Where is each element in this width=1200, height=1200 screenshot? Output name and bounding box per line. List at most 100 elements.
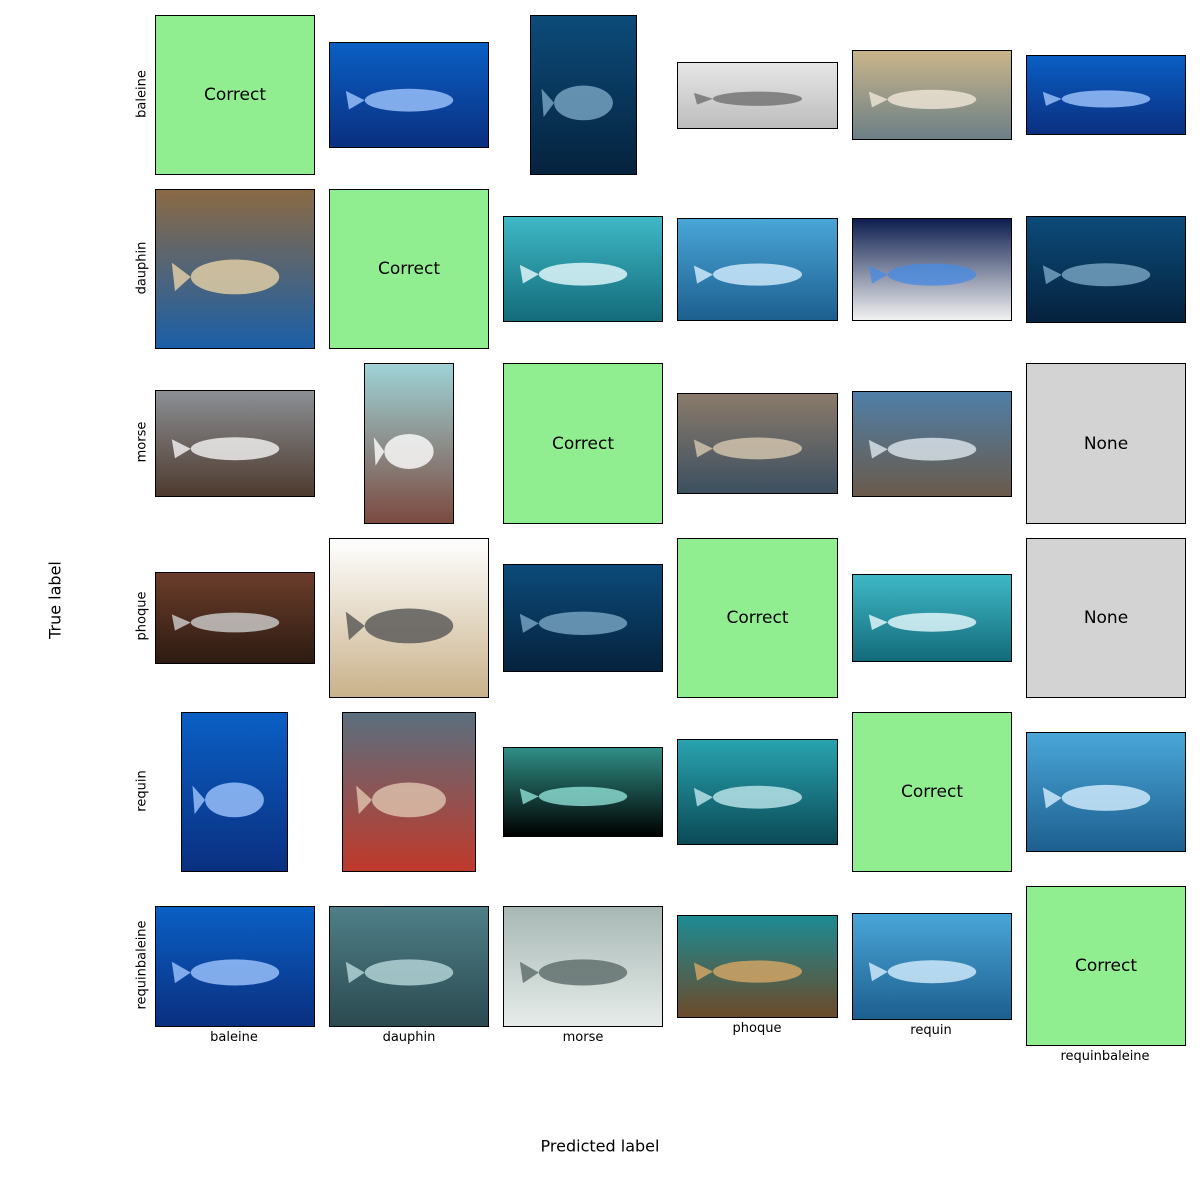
cell-image [181,712,288,872]
animal-silhouette [1061,784,1151,811]
animal-silhouette [538,611,628,635]
cell-image [852,391,1012,497]
cell-image [677,218,838,321]
thumbnail-image [1027,733,1185,851]
cell-image [155,572,315,664]
thumbnail-image [156,907,314,1026]
col-label-baleine: baleine [210,1030,258,1045]
cell-image [503,906,663,1027]
thumbnail-image [853,392,1011,496]
thumbnail-image [504,565,662,671]
animal-silhouette [364,959,454,986]
cell-image [155,906,315,1027]
col-label-requin: requin [910,1023,952,1038]
animal-silhouette [1061,263,1151,287]
cell-none: None [1026,538,1186,698]
animal-silhouette [887,437,977,461]
cell-image [503,564,663,672]
col-label-dauphin: dauphin [382,1030,436,1045]
animal-silhouette [712,91,803,106]
animal-silhouette [190,612,280,633]
cell-image [1026,216,1186,323]
row-label-morse: morse [134,421,150,463]
animal-silhouette [887,612,977,632]
cell-none: None [1026,363,1186,524]
animal-silhouette [712,785,803,809]
animal-silhouette [538,786,628,807]
thumbnail-image [678,394,837,493]
cell-image [852,50,1012,140]
cell-image [342,712,476,872]
cell-correct: Correct [329,189,489,349]
animal-silhouette [712,960,803,983]
cell-image [1026,55,1186,135]
thumbnail-image [156,573,314,663]
thumbnail-image [182,713,287,871]
cell-image [503,747,663,837]
animal-silhouette [712,437,803,460]
cell-image [677,62,838,129]
thumbnail-image [678,219,837,320]
thumbnail-image [504,907,662,1026]
animal-silhouette [887,960,977,984]
thumbnail-image [504,748,662,836]
row-label-requin: requin [134,770,150,812]
animal-silhouette [712,263,803,286]
thumbnail-image [853,914,1011,1019]
y-axis-title: True label [45,561,65,639]
cell-image [852,574,1012,662]
animal-silhouette [538,959,628,986]
animal-silhouette [190,959,280,986]
col-label-requinbaleine: requinbaleine [1060,1049,1150,1064]
thumbnail-image [531,16,636,174]
thumbnail-image [853,51,1011,139]
animal-silhouette [554,85,613,121]
cell-correct: Correct [155,15,315,175]
thumbnail-image [156,391,314,496]
cell-image [155,390,315,497]
thumbnail-image [678,63,837,128]
animal-silhouette [887,89,977,110]
animal-silhouette [364,608,454,644]
animal-silhouette [372,782,446,818]
thumbnail-image [365,364,453,523]
thumbnail-image [330,907,488,1026]
cell-image [530,15,637,175]
cell-correct: Correct [503,363,663,524]
thumbnail-image [504,217,662,321]
thumbnail-image [330,43,488,147]
cell-image [329,906,489,1027]
cell-image [852,913,1012,1020]
row-label-phoque: phoque [134,591,150,641]
cell-image [677,915,838,1018]
thumbnail-image [343,713,475,871]
animal-silhouette [384,433,434,469]
x-axis-title: Predicted label [540,1136,660,1156]
animal-silhouette [538,262,628,286]
cell-correct: Correct [852,712,1012,872]
col-label-phoque: phoque [732,1021,782,1036]
cell-image [677,739,838,845]
animal-silhouette [887,263,977,286]
row-label-baleine: baleine [134,70,150,118]
cell-image [852,218,1012,321]
thumbnail-image [678,740,837,844]
thumbnail-image [1027,217,1185,322]
cell-correct: Correct [677,538,838,698]
cell-correct: Correct [1026,886,1186,1046]
thumbnail-image [330,539,488,697]
animal-silhouette [190,259,280,295]
row-label-dauphin: dauphin [134,241,150,295]
cell-image [155,189,315,349]
animal-silhouette [205,782,264,818]
cell-image [1026,732,1186,852]
animal-silhouette [1061,90,1151,108]
animal-silhouette [190,437,280,461]
cell-image [364,363,454,524]
col-label-morse: morse [562,1030,604,1045]
thumbnail-image [1027,56,1185,134]
animal-silhouette [364,88,454,112]
row-label-requinbaleine: requinbaleine [134,920,150,1010]
thumbnail-image [678,916,837,1017]
thumbnail-image [853,219,1011,320]
